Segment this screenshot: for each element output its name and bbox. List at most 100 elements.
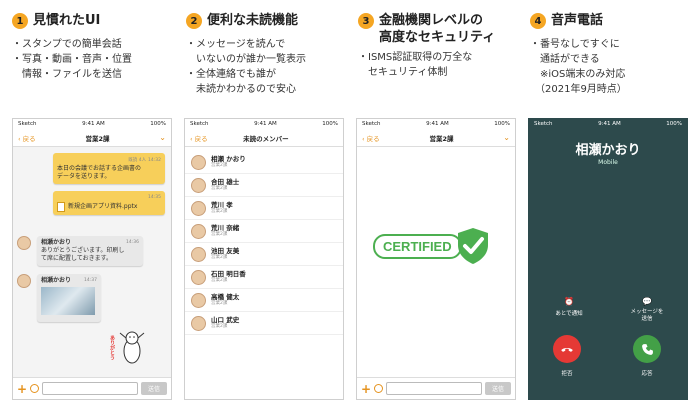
clock: 9:41 AM [426,121,449,127]
member-row[interactable]: 高橋 健太 営業2課 [185,289,343,312]
feature-3-header: 3 金融機関レベルの 高度なセキュリティ [358,12,495,46]
photo-bubble[interactable]: 相瀬かおり 14:37 [37,274,101,322]
back-button[interactable]: ‹ 戻る [190,133,208,143]
member-name: 合田 雄士 [211,178,240,186]
member-dept: 営業2課 [211,209,228,214]
file-icon [57,202,65,212]
feature-2-bullets: ・メッセージを読んで いないのが誰か一覧表示 ・全体連絡でも誰が 未読かわかるの… [186,39,306,95]
avatar [191,154,206,170]
message-bubble[interactable]: 相瀬かおり 14:36 ありがとうございます。印刷し て席に配置しておきます。 [37,236,143,266]
member-name: 池田 友美 [211,247,240,255]
phone-chat: Sketch 9:41 AM 100% ‹ 戻る 営業2課 ⌄ 既読 4人 14… [12,118,172,400]
decline-label: 拒否 [561,371,573,377]
member-row[interactable]: 山口 武史 営業2課 [185,312,343,335]
back-button[interactable]: ‹ 戻る [18,133,36,143]
send-button[interactable]: 送信 [141,382,167,395]
feature-title: 音声電話 [551,13,604,28]
battery: 100% [666,121,682,127]
feature-3-bullets: ・ISMS認証取得の万全な セキュリティ体制 [358,52,473,78]
phone-security: Sketch 9:41 AM 100% ‹ 戻る 営業2課 ⌄ CERTIFIE… [356,118,516,400]
smile-icon[interactable] [30,384,40,393]
member-name: 相瀬 かおり [211,155,246,163]
clock: 9:41 AM [254,121,277,127]
avatar [191,292,206,308]
accept-button[interactable] [633,335,661,363]
clock: 9:41 AM [598,121,621,127]
back-button[interactable]: ‹ 戻る [362,133,380,143]
avatar[interactable] [17,236,31,250]
member-dept: 営業2課 [211,301,228,306]
member-row[interactable]: 池田 友美 営業2課 [185,243,343,266]
member-name: 荒川 奈緒 [211,224,240,232]
feature-number: 4 [530,13,546,29]
feature-4-bullets: ・番号なしですぐに 通話ができる ※iOS端末のみ対応 （2021年9月時点） [530,39,627,95]
avatar [191,315,206,331]
input-bar: + 送信 [357,377,515,399]
file-bubble[interactable]: 14:35 新規企画アプリ資料.pptx [53,191,165,215]
status-bar: Sketch 9:41 AM 100% [357,119,515,129]
member-row[interactable]: 石田 明日香 営業2課 [185,266,343,289]
phone-unread: Sketch 9:41 AM 100% ‹ 戻る 未読のメンバー 相瀬 かおり営… [184,118,344,400]
certified-badge: CERTIFIED [373,227,490,265]
read-count: 既読 4人 [128,158,147,163]
member-dept: 営業2課 [211,324,228,329]
photo-thumbnail[interactable] [41,287,95,315]
carrier: Sketch [190,121,209,127]
member-row[interactable]: 合田 雄士 営業2課 [185,174,343,197]
plus-icon[interactable]: + [361,383,371,395]
feature-number: 3 [358,13,374,29]
member-name: 山口 武史 [211,316,240,324]
stamp-image[interactable]: ありがとう [109,329,147,369]
message-text: ありがとうございます。印刷し て席に配置しておきます。 [41,247,125,262]
member-dept: 営業2課 [211,232,228,237]
feature-number: 1 [12,13,28,29]
member-row[interactable]: 荒川 孝営業2課 [185,197,343,220]
plus-icon[interactable]: + [17,383,27,395]
member-dept: 営業2課 [211,163,228,168]
smile-icon[interactable] [374,384,384,393]
battery: 100% [494,121,510,127]
feature-4-header: 4 音声電話 [530,12,603,29]
battery: 100% [150,121,166,127]
sender-name: 相瀬かおり [41,239,72,246]
chevron-down-icon[interactable]: ⌄ [159,133,166,142]
carrier: Sketch [534,121,553,127]
phone-call: Sketch 9:41 AM 100% 相瀬かおり Mobile ⏰ あとで通知… [528,118,688,400]
avatar [191,200,206,216]
remind-icon[interactable]: ⏰ [564,297,574,306]
member-list: 相瀬 かおり 営業2課 合田 雄士 営業2課 荒川 孝営業2課 荒川 奈緒 営業2課 … [185,147,343,335]
member-row[interactable]: 荒川 奈緒 営業2課 [185,220,343,243]
avatar [191,177,206,193]
timestamp: 14:35 [148,195,161,200]
file-name: 新規企画アプリ資料.pptx [68,203,138,210]
certified-text: CERTIFIED [373,233,462,259]
status-bar: Sketch 9:41 AM 100% [185,119,343,129]
message-input[interactable] [386,382,482,395]
avatar [191,246,206,262]
timestamp: 14:32 [148,158,161,163]
nav-bar: ‹ 戻る 営業2課 ⌄ [357,129,515,147]
avatar [191,269,206,285]
stamp-text: ありがとう [109,335,115,360]
decline-button[interactable] [553,335,581,363]
feature-title: 便利な未読機能 [207,13,299,28]
member-row[interactable]: 相瀬 かおり 営業2課 [185,151,343,174]
chat-title: 営業2課 [85,134,110,143]
remind-label[interactable]: あとで通知 [544,309,594,317]
avatar[interactable] [17,274,31,288]
feature-2-header: 2 便利な未読機能 [186,12,298,29]
feature-number: 2 [186,13,202,29]
feature-title: 金融機関レベルの 高度なセキュリティ [379,13,496,45]
input-bar: + 送信 [13,377,171,399]
unread-title: 未読のメンバー [243,134,289,143]
phone-hangup-icon [561,347,573,352]
send-button[interactable]: 送信 [485,382,511,395]
chevron-down-icon[interactable]: ⌄ [503,133,510,142]
battery: 100% [322,121,338,127]
back-label: 戻る [366,134,380,143]
message-label[interactable]: メッセージを 送信 [622,309,672,323]
message-icon[interactable]: 💬 [642,297,652,306]
feature-title: 見慣れたUI [33,13,101,28]
message-bubble[interactable]: 既読 4人 14:32 本日の会議でお話する企画書の データを送ります。 [53,153,165,184]
message-input[interactable] [42,382,138,395]
